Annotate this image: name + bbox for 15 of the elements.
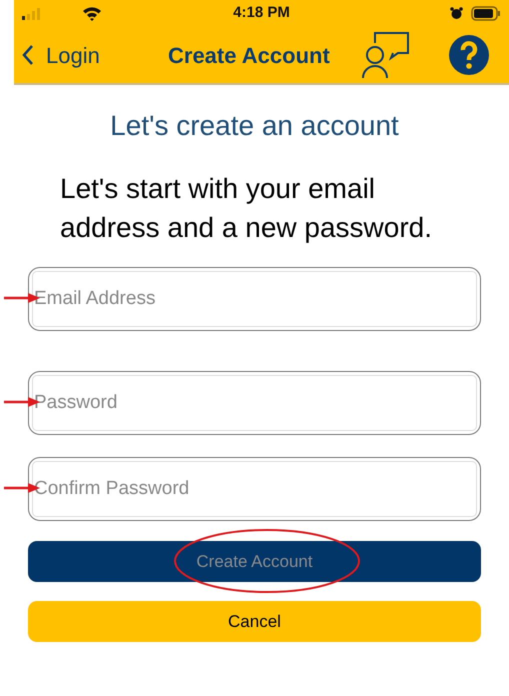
text-field[interactable]: Confirm Password	[28, 457, 481, 521]
chevron-left-icon	[22, 44, 34, 66]
intro-text: Let's start with your email address and a new password.	[60, 172, 433, 245]
back-button[interactable]: Login	[22, 38, 100, 72]
nav-title: Create Account	[168, 42, 330, 70]
battery-icon	[471, 6, 501, 21]
help-icon[interactable]	[449, 35, 489, 75]
text-field[interactable]: Email Address	[28, 267, 481, 331]
wifi-icon	[82, 6, 102, 21]
person-chat-icon[interactable]	[361, 31, 411, 79]
signal-icon	[22, 8, 42, 20]
text-field[interactable]: Password	[28, 371, 481, 435]
cancel-button[interactable]: Cancel	[28, 601, 481, 642]
status-time: 4:18 PM	[233, 3, 290, 24]
page-heading: Let's create an account	[110, 110, 399, 141]
